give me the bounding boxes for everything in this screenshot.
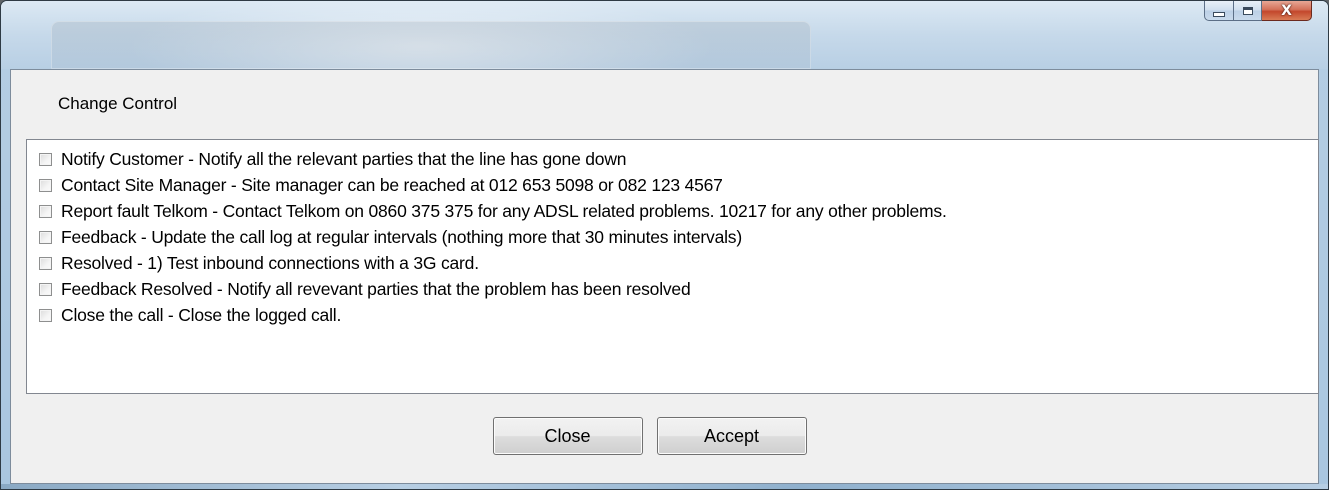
maximize-button[interactable] [1234, 1, 1262, 21]
caption-buttons: X [1204, 1, 1312, 21]
list-item[interactable]: Notify Customer - Notify all the relevan… [27, 146, 1318, 172]
checkbox[interactable] [39, 308, 52, 322]
list-item[interactable]: Resolved - 1) Test inbound connections w… [27, 250, 1318, 276]
group-label: Change Control [58, 94, 178, 113]
background-window-ghost [51, 21, 811, 69]
list-item-label: Notify Customer - Notify all the relevan… [61, 148, 627, 169]
list-item-label: Report fault Telkom - Contact Telkom on … [61, 200, 947, 221]
change-control-window: X Change Control Notify Customer - Notif… [0, 0, 1329, 490]
list-item-label: Resolved - 1) Test inbound connections w… [61, 252, 479, 273]
list-item-label: Contact Site Manager - Site manager can … [61, 174, 723, 195]
list-item-label: Close the call - Close the logged call. [61, 304, 342, 325]
list-item[interactable]: Close the call - Close the logged call. [27, 302, 1318, 328]
checkbox[interactable] [39, 178, 52, 192]
list-item[interactable]: Feedback Resolved - Notify all revevant … [27, 276, 1318, 302]
dialog-client-area: Change Control Notify Customer - Notify … [10, 69, 1319, 484]
checkbox[interactable] [39, 204, 52, 218]
window-bottom-border [1, 484, 1328, 489]
checked-list-box[interactable]: Notify Customer - Notify all the relevan… [26, 139, 1319, 394]
maximize-icon [1242, 6, 1253, 15]
checkbox[interactable] [39, 152, 52, 166]
checkbox[interactable] [39, 282, 52, 296]
close-button[interactable]: Close [492, 417, 643, 455]
list-item-label: Feedback Resolved - Notify all revevant … [61, 278, 691, 299]
minimize-button[interactable] [1204, 1, 1234, 21]
minimize-icon [1213, 11, 1225, 17]
list-item-label: Feedback - Update the call log at regula… [61, 226, 742, 247]
list-item[interactable]: Feedback - Update the call log at regula… [27, 224, 1318, 250]
checkbox[interactable] [39, 230, 52, 244]
checkbox[interactable] [39, 256, 52, 270]
list-item[interactable]: Contact Site Manager - Site manager can … [27, 172, 1318, 198]
accept-button[interactable]: Accept [656, 417, 807, 455]
list-item[interactable]: Report fault Telkom - Contact Telkom on … [27, 198, 1318, 224]
title-bar[interactable]: X [1, 1, 1328, 69]
dialog-buttons: Close Accept [11, 417, 1318, 455]
close-window-button[interactable]: X [1262, 1, 1312, 21]
close-icon: X [1281, 2, 1292, 19]
